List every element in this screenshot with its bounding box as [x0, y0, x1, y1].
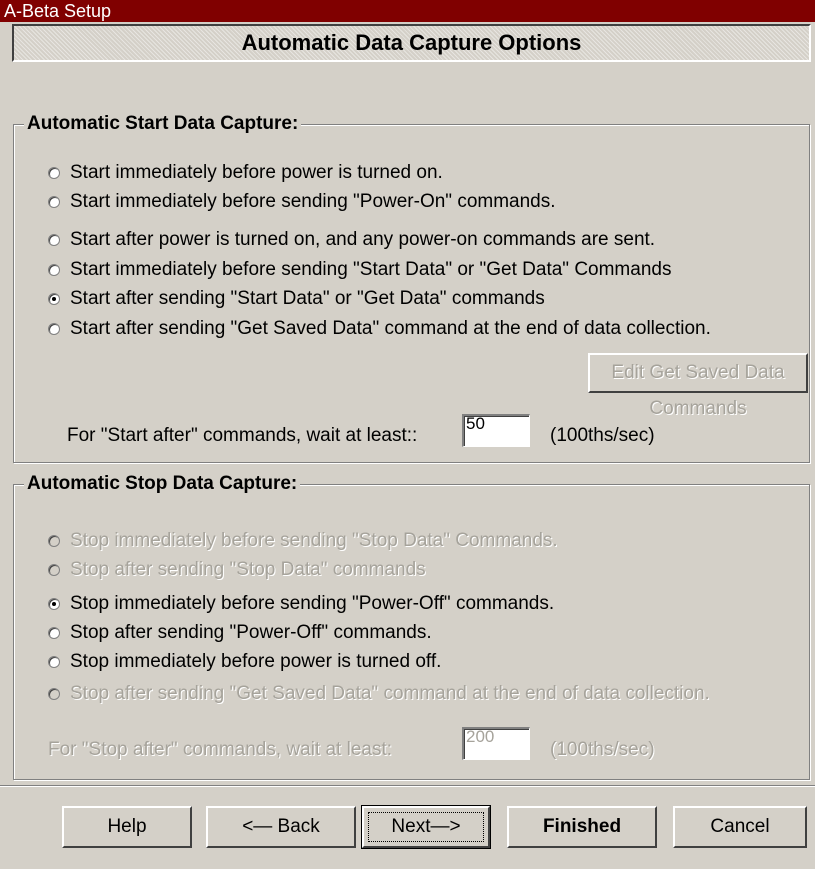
help-button[interactable]: Help	[62, 806, 192, 848]
start-option-3-label: Start immediately before sending "Start …	[70, 259, 672, 280]
stop-option-2[interactable]: Stop immediately before sending "Power-O…	[48, 590, 554, 618]
start-option-5-label: Start after sending "Get Saved Data" com…	[70, 318, 711, 339]
start-option-5[interactable]: Start after sending "Get Saved Data" com…	[48, 315, 711, 343]
start-option-3[interactable]: Start immediately before sending "Start …	[48, 256, 671, 284]
stop-option-0-radio[interactable]	[48, 535, 60, 547]
start-option-2[interactable]: Start after power is turned on, and any …	[48, 226, 655, 254]
stop-option-4-radio[interactable]	[48, 656, 60, 668]
start-option-4-radio[interactable]	[48, 293, 60, 305]
stop-option-2-radio[interactable]	[48, 598, 60, 610]
start-option-1-radio[interactable]	[48, 196, 60, 208]
start-option-2-radio[interactable]	[48, 234, 60, 246]
stop-wait-label: For "Stop after" commands, wait at least…	[48, 739, 393, 760]
button-separator	[0, 785, 815, 787]
back-button[interactable]: <— Back	[206, 806, 356, 848]
stop-capture-legend: Automatic Stop Data Capture:	[24, 473, 301, 495]
start-option-5-radio[interactable]	[48, 323, 60, 335]
edit-get-saved-data-commands-button[interactable]: Edit Get Saved Data Commands	[588, 353, 808, 419]
stop-option-5-radio[interactable]	[48, 688, 60, 700]
stop-wait-input[interactable]: 200	[462, 727, 530, 760]
start-wait-unit: (100ths/sec)	[550, 425, 655, 446]
start-option-2-label: Start after power is turned on, and any …	[70, 229, 656, 250]
stop-option-5[interactable]: Stop after sending "Get Saved Data" comm…	[48, 680, 710, 708]
finished-button-label: Finished	[542, 816, 622, 837]
start-option-4[interactable]: Start after sending "Start Data" or "Get…	[48, 285, 545, 313]
page-title: Automatic Data Capture Options	[12, 24, 811, 62]
stop-option-4[interactable]: Stop immediately before power is turned …	[48, 648, 441, 676]
stop-option-0-label: Stop immediately before sending "Stop Da…	[70, 530, 558, 551]
stop-option-3-radio[interactable]	[48, 627, 60, 639]
start-option-1[interactable]: Start immediately before sending "Power-…	[48, 188, 556, 216]
stop-wait-unit: (100ths/sec)	[550, 739, 655, 760]
start-option-0-label: Start immediately before power is turned…	[70, 162, 443, 183]
window-title: A-Beta Setup	[0, 0, 815, 22]
start-option-4-label: Start after sending "Start Data" or "Get…	[70, 288, 545, 309]
start-option-0-radio[interactable]	[48, 167, 60, 179]
cancel-button[interactable]: Cancel	[673, 806, 807, 848]
start-capture-legend: Automatic Start Data Capture:	[24, 113, 302, 135]
start-wait-label: For "Start after" commands, wait at leas…	[67, 425, 418, 446]
stop-option-5-label: Stop after sending "Get Saved Data" comm…	[70, 683, 710, 704]
start-option-3-radio[interactable]	[48, 264, 60, 276]
stop-option-1[interactable]: Stop after sending "Stop Data" commands	[48, 556, 426, 584]
stop-option-3-label: Stop after sending "Power-Off" commands.	[70, 622, 432, 643]
finished-button[interactable]: Finished	[507, 806, 657, 848]
stop-option-1-label: Stop after sending "Stop Data" commands	[70, 559, 426, 580]
stop-option-0[interactable]: Stop immediately before sending "Stop Da…	[48, 527, 558, 555]
stop-option-2-label: Stop immediately before sending "Power-O…	[70, 593, 555, 614]
stop-option-4-label: Stop immediately before power is turned …	[70, 651, 442, 672]
stop-option-3[interactable]: Stop after sending "Power-Off" commands.	[48, 619, 432, 647]
start-wait-input[interactable]: 50	[462, 414, 530, 447]
stop-option-1-radio[interactable]	[48, 564, 60, 576]
focus-rectangle	[368, 812, 484, 842]
start-option-1-label: Start immediately before sending "Power-…	[70, 191, 556, 212]
next-button[interactable]: Next—>	[361, 805, 491, 849]
start-option-0[interactable]: Start immediately before power is turned…	[48, 159, 443, 187]
